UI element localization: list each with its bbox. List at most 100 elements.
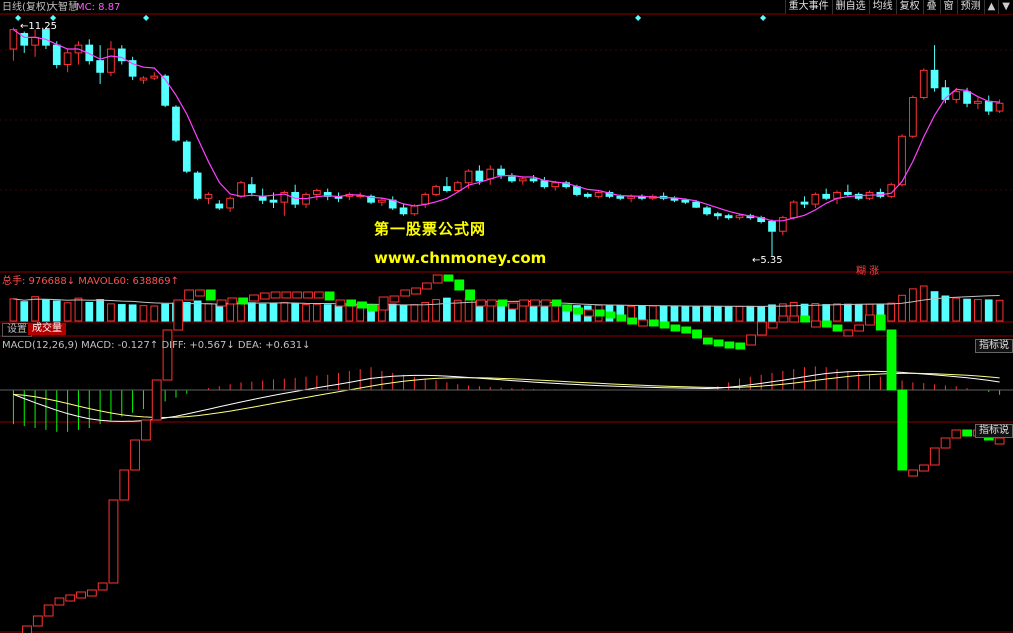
lower-block <box>205 289 216 301</box>
adjust-button[interactable]: 复权 <box>895 0 923 14</box>
moving-average-button[interactable]: 均线 <box>868 0 896 14</box>
window-button[interactable]: 窗 <box>939 0 957 14</box>
lower-block <box>259 292 270 300</box>
high-price-value: 11.25 <box>28 21 58 32</box>
lower-block <box>32 615 43 627</box>
lower-block <box>573 307 584 315</box>
candle-body <box>172 106 180 141</box>
lower-block <box>22 625 32 633</box>
candle-body <box>713 213 722 217</box>
chart-toolbar: 重大事件 删自选 均线 复权 叠 窗 预测 ▲ ▼ <box>784 0 1013 14</box>
volume-bar <box>312 303 321 322</box>
lower-block <box>605 311 616 319</box>
lower-block <box>702 337 713 345</box>
lower-block <box>65 594 76 602</box>
lower-block <box>735 342 746 350</box>
watermark-title: 第一股票公式网 <box>374 220 487 238</box>
lower-block <box>551 299 562 307</box>
candle-body <box>822 193 831 199</box>
lower-block <box>724 341 735 349</box>
lower-block <box>713 339 724 347</box>
volume-bar <box>844 303 852 322</box>
lower-block <box>951 429 962 439</box>
volume-bar <box>302 304 310 322</box>
volume-bar <box>670 305 679 322</box>
volume-bar <box>735 306 744 322</box>
remove-watchlist-button[interactable]: 删自选 <box>831 0 869 14</box>
event-diamond-icon: ◆ <box>143 13 150 22</box>
volume-bar <box>811 303 820 322</box>
lower-block <box>303 291 313 299</box>
lower-block <box>486 299 497 307</box>
lower-block <box>886 329 897 391</box>
volume-bar <box>941 295 950 322</box>
lower-block <box>875 314 886 331</box>
lower-block <box>897 389 908 471</box>
candle-body <box>594 191 603 197</box>
candle-body <box>464 170 473 184</box>
candle-body <box>692 201 701 208</box>
volume-bar <box>963 298 971 322</box>
lower-block <box>919 464 929 472</box>
volume-bar <box>334 304 343 322</box>
volume-bar <box>258 303 267 322</box>
volume-bar <box>703 305 711 322</box>
lower-block <box>465 289 475 301</box>
volume-bar <box>757 306 766 322</box>
lower-block <box>238 297 249 305</box>
lower-block <box>670 324 681 332</box>
lower-block <box>746 334 756 346</box>
volume-bar <box>215 303 224 322</box>
candle-body <box>811 193 820 205</box>
volume-bar <box>150 305 159 322</box>
volume-bar <box>399 304 408 322</box>
lower-block <box>270 291 281 299</box>
candle-body <box>31 36 39 46</box>
volume-bar <box>995 299 1004 322</box>
scroll-up-icon[interactable]: ▲ <box>983 0 999 14</box>
macd-indicator-button[interactable]: 指标说 <box>975 339 1013 353</box>
price-tag: 糊 涨 <box>856 266 880 277</box>
candle-body <box>703 207 711 215</box>
forecast-button[interactable]: 预测 <box>956 0 984 14</box>
volume-bar <box>681 306 690 322</box>
lower-block <box>929 447 940 466</box>
candle-body <box>930 69 939 89</box>
candle-body <box>378 199 386 203</box>
volume-bar <box>529 304 538 322</box>
candle-body <box>681 199 690 203</box>
candle-body <box>984 100 993 112</box>
candle-body <box>497 168 505 176</box>
candle-body <box>735 215 744 219</box>
volume-bar <box>746 305 755 322</box>
volume-bar <box>269 303 278 322</box>
volume-bar <box>638 305 646 322</box>
lower-block <box>584 309 594 317</box>
candle-body <box>952 91 961 100</box>
lower-block <box>389 295 400 303</box>
major-events-button[interactable]: 重大事件 <box>784 0 832 14</box>
lower-block <box>97 582 108 591</box>
grid-lines <box>0 13 1013 633</box>
lower-block <box>800 315 810 323</box>
scroll-down-icon[interactable]: ▼ <box>998 0 1013 14</box>
candle-body <box>551 182 560 188</box>
candle-body <box>237 182 245 197</box>
candle-body <box>844 191 852 195</box>
volume-bar <box>919 285 928 322</box>
lower-indicator-button[interactable]: 指标说 <box>975 424 1013 438</box>
event-diamond-icon: ◆ <box>635 13 642 22</box>
chart-canvas[interactable]: ◆ ◆ ◆ ◆ ◆ <box>0 0 1013 633</box>
candle-body <box>974 100 982 104</box>
lower-block <box>778 315 789 323</box>
volume-bar <box>984 299 993 322</box>
volume-bar <box>139 305 148 322</box>
lower-block <box>43 604 54 617</box>
volume-indicator-tab[interactable]: 成交量 <box>28 323 66 335</box>
candle-body <box>963 91 971 104</box>
volume-bar <box>388 303 397 322</box>
lower-block <box>216 299 227 307</box>
candle-body <box>724 215 733 219</box>
lower-block <box>767 321 778 329</box>
overlay-button[interactable]: 叠 <box>922 0 940 14</box>
